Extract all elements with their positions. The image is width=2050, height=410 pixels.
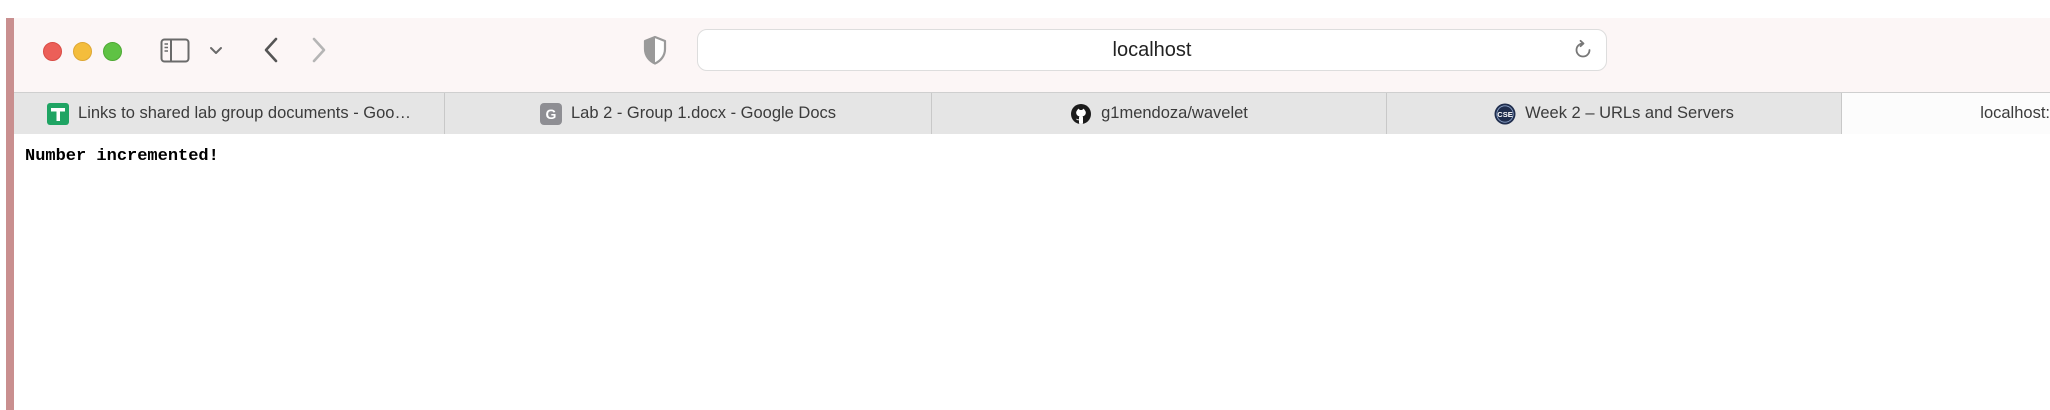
cse-badge-icon: CSE xyxy=(1494,103,1516,124)
forward-arrow-icon[interactable] xyxy=(308,34,330,66)
cse-badge-glyph: CSE xyxy=(1497,110,1512,119)
tab-week2-urls-servers[interactable]: CSE Week 2 – URLs and Servers xyxy=(1387,93,1842,134)
close-window-button[interactable] xyxy=(43,42,62,61)
chevron-down-icon[interactable] xyxy=(208,44,224,58)
sidebar-icon[interactable] xyxy=(160,38,190,63)
google-sheets-icon xyxy=(47,102,70,125)
browser-window: localhost Links to shared lab group docu… xyxy=(14,18,2050,410)
github-icon xyxy=(1071,103,1092,124)
page-body-text: Number incremented! xyxy=(25,147,219,166)
g-letter-glyph: G xyxy=(546,106,557,122)
zoom-window-button[interactable] xyxy=(103,42,122,61)
reload-icon[interactable] xyxy=(1572,39,1594,61)
back-arrow-icon[interactable] xyxy=(260,34,282,66)
address-bar[interactable]: localhost xyxy=(697,29,1607,71)
minimize-window-button[interactable] xyxy=(73,42,92,61)
tab-bar: Links to shared lab group documents - Go… xyxy=(14,92,2050,134)
shield-icon[interactable] xyxy=(641,34,669,66)
browser-toolbar: localhost xyxy=(14,18,2050,92)
tab-label: g1mendoza/wavelet xyxy=(1101,104,1248,122)
tab-lab-group-documents[interactable]: Links to shared lab group documents - Go… xyxy=(14,93,445,134)
tab-localhost-active[interactable]: localhost: xyxy=(1842,93,2050,134)
tab-label: Lab 2 - Group 1.docx - Google Docs xyxy=(570,104,837,122)
tab-label: Links to shared lab group documents - Go… xyxy=(78,104,411,122)
page-content: Number incremented! xyxy=(14,134,2050,410)
tab-label: Week 2 – URLs and Servers xyxy=(1525,104,1734,122)
tab-lab2-google-docs[interactable]: G Lab 2 - Group 1.docx - Google Docs xyxy=(445,93,932,134)
address-url: localhost xyxy=(1112,39,1192,61)
g-letter-icon: G xyxy=(539,102,562,125)
tab-github-wavelet[interactable]: g1mendoza/wavelet xyxy=(932,93,1387,134)
tab-label: localhost: xyxy=(1980,104,2050,122)
window-left-edge xyxy=(6,18,14,410)
